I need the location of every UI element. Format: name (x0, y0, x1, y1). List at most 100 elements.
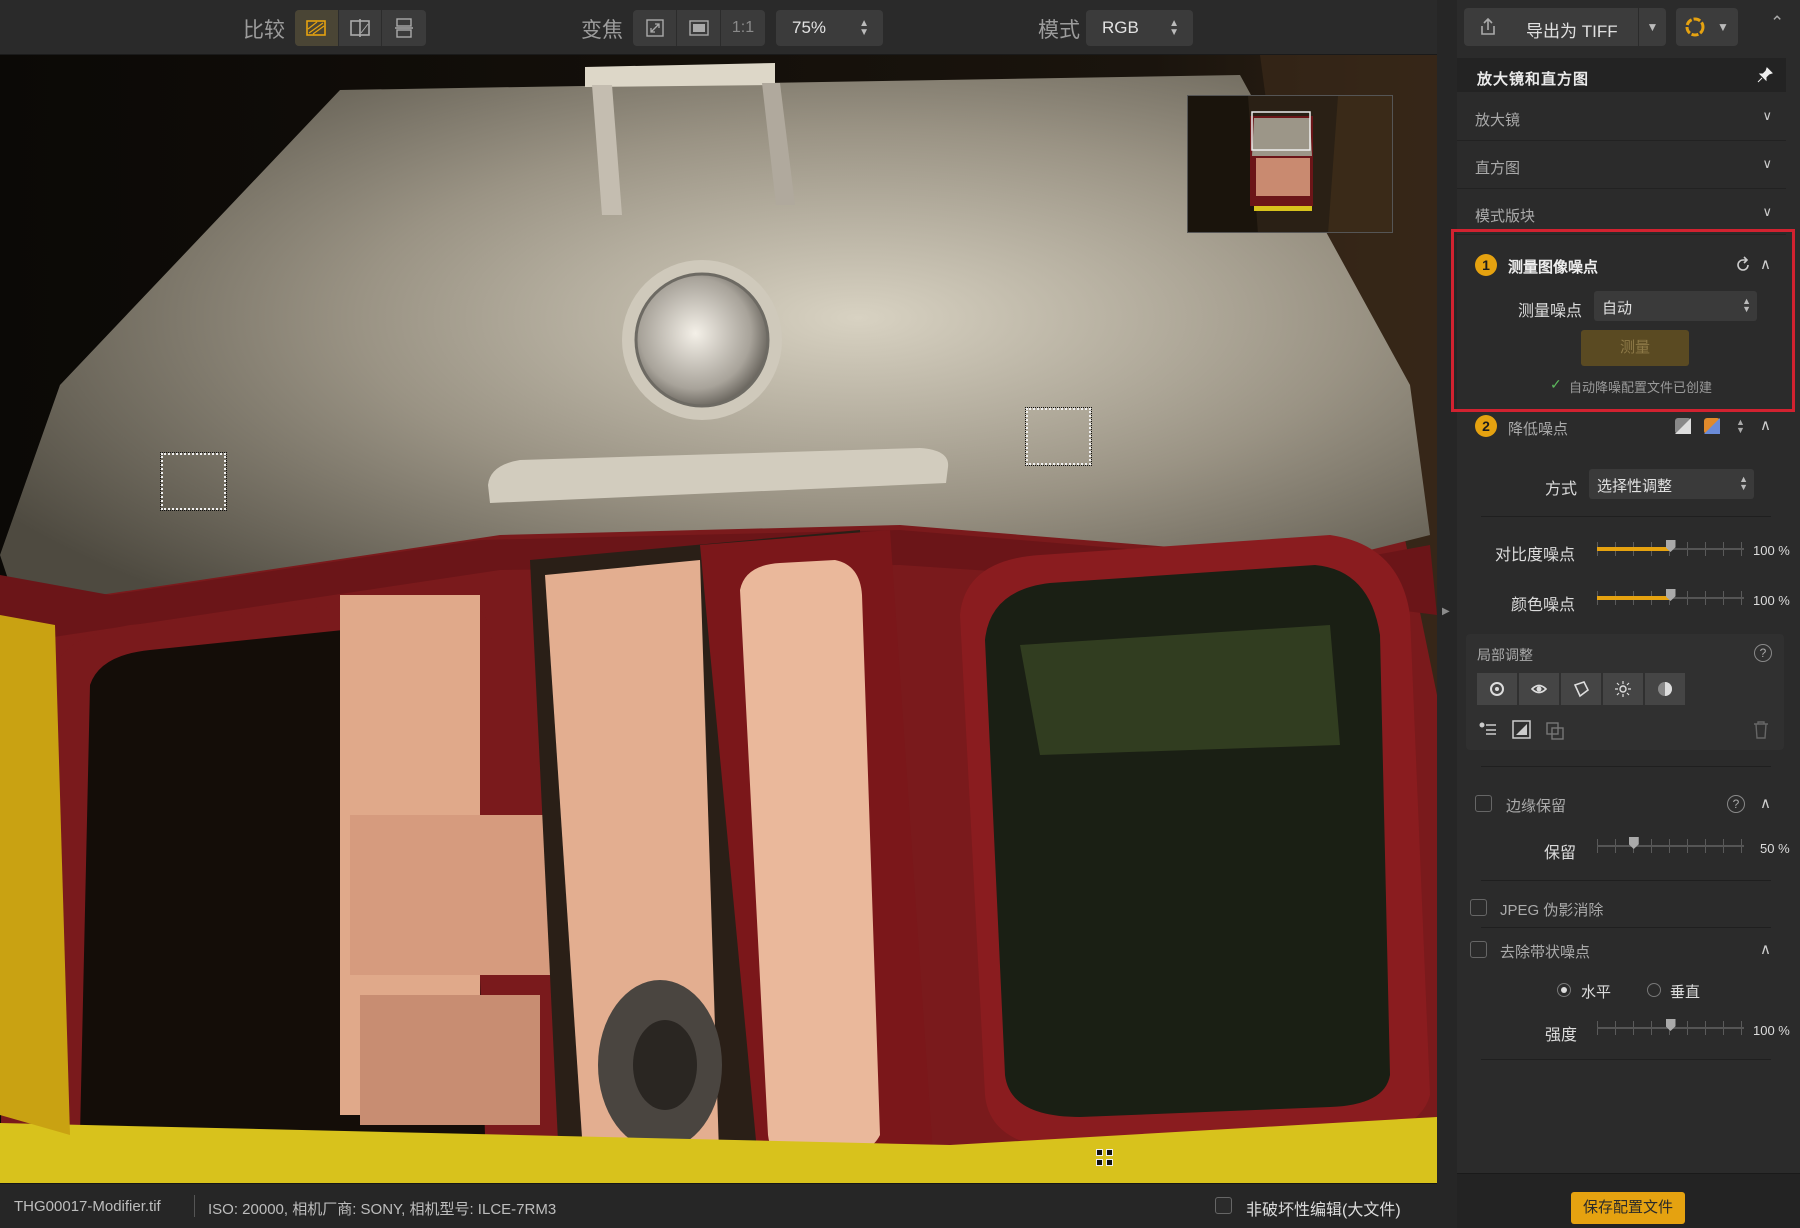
preset-menu-button[interactable]: ▼ (1676, 8, 1738, 46)
bw-mode-icon[interactable] (1674, 417, 1692, 435)
nondestructive-checkbox[interactable] (1215, 1197, 1232, 1214)
zoom-1to1-button[interactable]: 1:1 (721, 10, 765, 46)
image-viewer[interactable] (0, 55, 1437, 1183)
help-icon[interactable]: ? (1754, 644, 1772, 662)
camera-meta-label: ISO: 20000, 相机厂商: SONY, 相机型号: ILCE-7RM3 (208, 1201, 557, 1218)
chevron-down-icon: ▼ (1717, 20, 1729, 34)
vertical-radio[interactable] (1647, 983, 1661, 997)
section-mode-title: 模式版块 (1475, 208, 1536, 225)
zoom-select[interactable]: 75% ▲ ▼ (776, 10, 883, 46)
highlight-box (1451, 229, 1795, 412)
sample-marker-handle[interactable] (1096, 1149, 1103, 1156)
method-value: 选择性调整 (1597, 478, 1673, 495)
step-2-title: 降低噪点 (1508, 421, 1569, 438)
local-tools (1477, 673, 1685, 705)
step-2-badge: 2 (1475, 415, 1497, 437)
mode-label: 模式 (1038, 19, 1080, 42)
horizontal-label: 水平 (1581, 984, 1612, 1001)
zoom-group: 1:1 (633, 10, 765, 46)
compare-stacked-button[interactable] (382, 10, 426, 46)
trash-icon[interactable] (1752, 720, 1770, 740)
sample-marker[interactable] (160, 452, 227, 511)
strength-slider[interactable] (1597, 1019, 1744, 1035)
compare-group (295, 10, 426, 46)
color-noise-value: 100 % (1753, 593, 1790, 608)
panel-title: 放大镜和直方图 (1477, 71, 1590, 88)
updown-icon[interactable]: ▲ ▼ (1736, 418, 1745, 435)
navigator-photo (1188, 96, 1392, 232)
invert-icon[interactable] (1512, 720, 1532, 740)
chevron-up-icon[interactable]: ∧ (1760, 940, 1771, 958)
fill-screen-icon (688, 20, 709, 36)
divider (1481, 927, 1771, 928)
section-loupe-title: 放大镜 (1475, 112, 1521, 129)
banding-title: 去除带状噪点 (1500, 944, 1591, 961)
chevron-up-icon[interactable]: ∧ (1760, 416, 1771, 434)
color-mode-icon[interactable] (1703, 417, 1721, 435)
gradient-tool[interactable] (1645, 673, 1685, 705)
collapse-up-icon[interactable]: ⌃ (1770, 13, 1784, 33)
share-icon (1481, 17, 1495, 35)
eye-tool[interactable] (1519, 673, 1559, 705)
contrast-noise-label: 对比度噪点 (1495, 547, 1576, 564)
edge-preserve-checkbox[interactable] (1475, 795, 1492, 812)
chevron-down-icon[interactable]: ▼ (1638, 8, 1666, 46)
divider (1481, 880, 1771, 881)
single-view-icon (306, 20, 327, 36)
compare-label: 比较 (243, 19, 285, 42)
sample-marker-handle[interactable] (1106, 1159, 1113, 1166)
method-select[interactable]: 选择性调整 ▲ ▼ (1589, 469, 1754, 499)
preserve-label: 保留 (1544, 845, 1577, 862)
split-view-icon (350, 19, 370, 37)
compare-single-button[interactable] (295, 10, 339, 46)
updown-icon: ▲ ▼ (1169, 18, 1179, 38)
horizontal-radio[interactable] (1557, 983, 1571, 997)
separator (194, 1195, 195, 1217)
control-point-icon (1490, 682, 1504, 696)
updown-icon: ▲ ▼ (859, 18, 869, 38)
polygon-tool[interactable] (1561, 673, 1601, 705)
help-icon[interactable]: ? (1727, 795, 1745, 813)
status-bar: THG00017-Modifier.tif ISO: 20000, 相机厂商: … (0, 1183, 1437, 1228)
jpeg-artifact-checkbox[interactable] (1470, 899, 1487, 916)
duplicate-icon[interactable] (1546, 722, 1564, 740)
save-profile-button[interactable]: 保存配置文件 (1571, 1192, 1685, 1224)
panel-collapse-handle[interactable]: ▶ (1437, 0, 1457, 1228)
banding-checkbox[interactable] (1470, 941, 1487, 958)
sample-marker-handle[interactable] (1096, 1159, 1103, 1166)
chevron-up-icon[interactable]: ∧ (1760, 794, 1771, 812)
strength-value: 100 % (1753, 1023, 1790, 1038)
mask-list-icon[interactable] (1478, 720, 1498, 738)
sample-marker[interactable] (1025, 407, 1092, 466)
edge-preserve-title: 边缘保留 (1506, 798, 1567, 815)
export-tiff-button[interactable]: 导出为 TIFF ▼ (1464, 8, 1666, 46)
jpeg-artifact-title: JPEG 伪影消除 (1500, 902, 1604, 919)
zoom-fit-button[interactable] (633, 10, 677, 46)
divider (1481, 1059, 1771, 1060)
preserve-value: 50 % (1760, 841, 1790, 856)
gradient-icon (1658, 682, 1672, 696)
local-adjustments-title: 局部调整 (1477, 647, 1533, 663)
section-loupe[interactable]: 放大镜 ∨ (1457, 95, 1786, 141)
strength-label: 强度 (1545, 1027, 1578, 1044)
mode-select[interactable]: RGB ▲ ▼ (1086, 10, 1193, 46)
zoom-fill-button[interactable] (677, 10, 721, 46)
section-histogram[interactable]: 直方图 ∨ (1457, 143, 1786, 189)
pin-icon[interactable] (1756, 66, 1774, 84)
contrast-noise-slider[interactable] (1597, 540, 1744, 556)
brush-tool[interactable] (1603, 673, 1643, 705)
app-window: 比较 变焦 1:1 75% ▲ ▼ 模式 RGB ▲ ▼ THG00017-Mo… (0, 0, 1800, 1228)
section-histogram-title: 直方图 (1475, 160, 1521, 177)
export-label: 导出为 TIFF (1526, 22, 1618, 41)
preserve-slider[interactable] (1597, 837, 1744, 853)
sample-marker-handle[interactable] (1106, 1149, 1113, 1156)
updown-icon: ▲ ▼ (1739, 474, 1748, 492)
navigator-thumbnail[interactable] (1187, 95, 1393, 233)
preset-icon (1685, 17, 1705, 37)
expand-icon (645, 19, 664, 37)
method-label: 方式 (1545, 481, 1578, 498)
color-noise-slider[interactable] (1597, 589, 1744, 605)
control-point-tool[interactable] (1477, 673, 1517, 705)
filename-label: THG00017-Modifier.tif (14, 1198, 161, 1215)
compare-split-button[interactable] (339, 10, 383, 46)
